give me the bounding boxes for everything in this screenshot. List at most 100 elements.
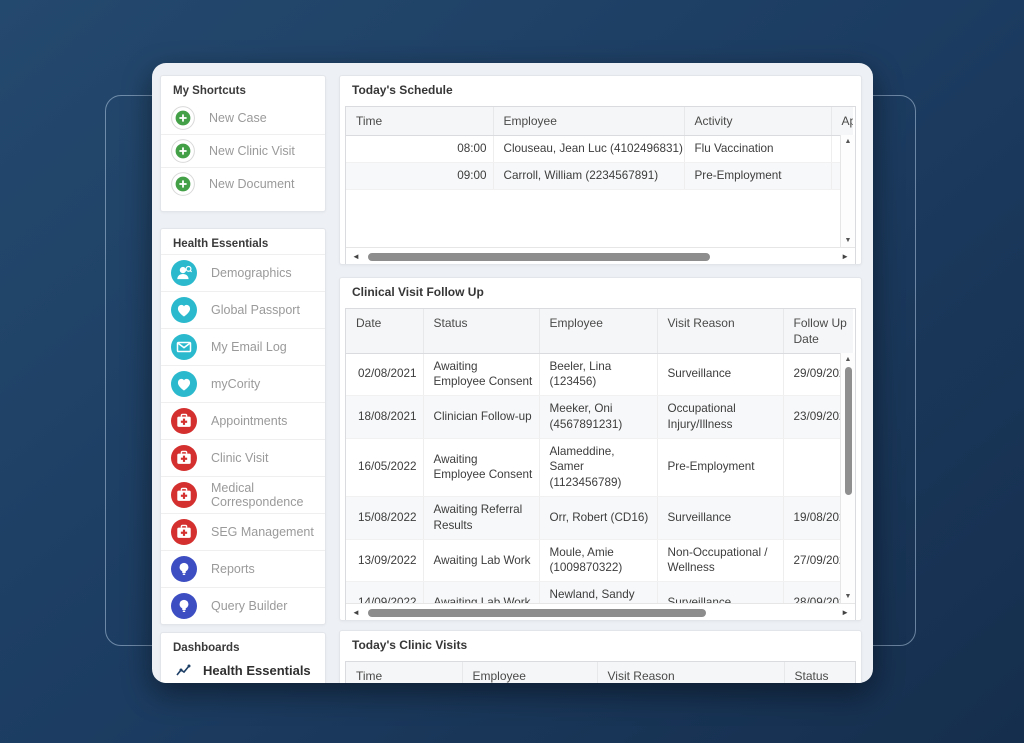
table-cell: Moule, Amie (1009870322)	[539, 539, 657, 582]
scrollbar-thumb[interactable]	[368, 253, 710, 261]
vertical-scrollbar[interactable]: ▲ ▼	[840, 135, 855, 247]
scroll-right-icon[interactable]: ►	[841, 609, 849, 617]
scrollbar-thumb[interactable]	[845, 367, 852, 495]
column-header-ap[interactable]: Ap	[831, 107, 853, 135]
sidebar-item-label: New Case	[209, 111, 267, 125]
sidebar-item-my-email-log[interactable]: My Email Log	[161, 328, 325, 365]
horizontal-scrollbar[interactable]: ◄ ►	[346, 247, 855, 265]
column-header-activity[interactable]: Activity	[684, 107, 831, 135]
table-row[interactable]: 08:00Clouseau, Jean Luc (4102496831)Flu …	[346, 135, 853, 162]
table-row[interactable]: 13/09/2022Awaiting Lab WorkMoule, Amie (…	[346, 539, 853, 582]
panel-title-todays-clinic-visits: Today's Clinic Visits	[340, 631, 861, 657]
column-header-visit-reason[interactable]: Visit Reason	[597, 662, 784, 683]
column-header-visit-reason[interactable]: Visit Reason	[657, 309, 783, 353]
table-cell: Pre-Employment	[657, 438, 783, 496]
table-cell: 02/08/2021	[346, 353, 423, 396]
sidebar-item-label: SEG Management	[211, 525, 314, 539]
main-content: Today's Schedule Time Employee Activity …	[339, 63, 862, 683]
scroll-left-icon[interactable]: ◄	[352, 253, 360, 261]
column-header-follow-up-date[interactable]: Follow Up Date	[783, 309, 853, 353]
column-header-employee[interactable]: Employee	[462, 662, 597, 683]
table-cell: Awaiting Referral Results	[423, 497, 539, 540]
scrollbar-thumb[interactable]	[368, 609, 706, 617]
clinical-visit-follow-up-table: Date Status Employee Visit Reason Follow…	[345, 308, 856, 621]
sidebar: My Shortcuts New Case New Clinic Visit N…	[160, 63, 326, 683]
clinical-visit-follow-up-panel: Clinical Visit Follow Up Date Status Emp…	[339, 277, 862, 621]
table-row[interactable]: 18/08/2021Clinician Follow-upMeeker, Oni…	[346, 396, 853, 439]
table-row[interactable]: 15/08/2022Awaiting Referral ResultsOrr, …	[346, 497, 853, 540]
column-header-status[interactable]: Status	[784, 662, 856, 683]
table-cell: Clouseau, Jean Luc (4102496831)	[493, 135, 684, 162]
heart-icon	[171, 371, 197, 397]
medkit-icon	[171, 445, 197, 471]
table-row[interactable]: 09:00Carroll, William (2234567891)Pre-Em…	[346, 162, 853, 189]
plus-circle-icon	[171, 106, 195, 130]
table-cell: Meeker, Oni (4567891231)	[539, 396, 657, 439]
medkit-icon	[171, 408, 197, 434]
sidebar-item-new-document[interactable]: New Document	[161, 167, 325, 200]
plus-circle-icon	[171, 139, 195, 163]
sidebar-item-label: My Email Log	[211, 340, 287, 354]
sidebar-item-label: Query Builder	[211, 599, 287, 613]
column-header-employee[interactable]: Employee	[539, 309, 657, 353]
scrollbar-track[interactable]	[366, 253, 835, 261]
sidebar-item-label: Medical Correspondence	[211, 481, 315, 509]
sidebar-item-label: Demographics	[211, 266, 292, 280]
scroll-left-icon[interactable]: ◄	[352, 609, 360, 617]
scroll-down-icon[interactable]: ▼	[841, 237, 855, 244]
table-cell: Awaiting Lab Work	[423, 539, 539, 582]
sidebar-item-label: Reports	[211, 562, 255, 576]
sidebar-item-new-clinic-visit[interactable]: New Clinic Visit	[161, 134, 325, 167]
scroll-down-icon[interactable]: ▼	[841, 593, 855, 600]
column-header-status[interactable]: Status	[423, 309, 539, 353]
table-cell: Occupational Injury/Illness	[657, 396, 783, 439]
my-shortcuts-card: My Shortcuts New Case New Clinic Visit N…	[160, 75, 326, 212]
table-header-row: Time Employee Visit Reason Status	[346, 662, 856, 683]
scroll-up-icon[interactable]: ▲	[841, 138, 855, 145]
table-cell: Non-Occupational / Wellness	[657, 539, 783, 582]
table-cell: 15/08/2022	[346, 497, 423, 540]
table-row[interactable]: 02/08/2021Awaiting Employee ConsentBeele…	[346, 353, 853, 396]
panel-title-todays-schedule: Today's Schedule	[340, 76, 861, 102]
vertical-scrollbar[interactable]: ▲ ▼	[840, 353, 855, 603]
sidebar-item-seg-management[interactable]: SEG Management	[161, 513, 325, 550]
sidebar-item-appointments[interactable]: Appointments	[161, 402, 325, 439]
sidebar-item-medical-correspondence[interactable]: Medical Correspondence	[161, 476, 325, 513]
sidebar-item-label: Global Passport	[211, 303, 300, 317]
sidebar-item-reports[interactable]: Reports	[161, 550, 325, 587]
sidebar-item-mycority[interactable]: myCority	[161, 365, 325, 402]
plus-circle-icon	[171, 172, 195, 196]
column-header-employee[interactable]: Employee	[493, 107, 684, 135]
sidebar-item-new-case[interactable]: New Case	[161, 101, 325, 134]
chart-icon	[175, 662, 191, 678]
table-header-row: Time Employee Activity Ap	[346, 107, 853, 135]
dashboard-item-label: Health Essentials	[203, 663, 311, 678]
scroll-up-icon[interactable]: ▲	[841, 356, 855, 363]
scrollbar-track[interactable]	[366, 609, 835, 617]
scroll-right-icon[interactable]: ►	[841, 253, 849, 261]
sidebar-item-label: New Document	[209, 177, 294, 191]
column-header-time[interactable]: Time	[346, 107, 493, 135]
sidebar-item-clinic-visit[interactable]: Clinic Visit	[161, 439, 325, 476]
sidebar-item-label: Appointments	[211, 414, 287, 428]
table-cell: 08:00	[346, 135, 493, 162]
envelope-icon	[171, 334, 197, 360]
table-header-row: Date Status Employee Visit Reason Follow…	[346, 309, 853, 353]
sidebar-item-query-builder[interactable]: Query Builder	[161, 587, 325, 624]
column-header-date[interactable]: Date	[346, 309, 423, 353]
table-cell: Alameddine, Samer (1123456789)	[539, 438, 657, 496]
table-row[interactable]: 16/05/2022Awaiting Employee ConsentAlame…	[346, 438, 853, 496]
table-cell: 09:00	[346, 162, 493, 189]
column-header-time[interactable]: Time	[346, 662, 462, 683]
section-title-dashboards: Dashboards	[161, 633, 325, 658]
table-cell: Awaiting Employee Consent	[423, 353, 539, 396]
sidebar-item-global-passport[interactable]: Global Passport	[161, 291, 325, 328]
sidebar-item-demographics[interactable]: Demographics	[161, 254, 325, 291]
section-title-health-essentials: Health Essentials	[161, 229, 325, 254]
sidebar-item-label: Clinic Visit	[211, 451, 268, 465]
dashboard-item-health-essentials[interactable]: Health Essentials	[161, 658, 325, 678]
todays-clinic-visits-panel: Today's Clinic Visits Time Employee Visi…	[339, 630, 862, 683]
table-cell: 16/05/2022	[346, 438, 423, 496]
horizontal-scrollbar[interactable]: ◄ ►	[346, 603, 855, 621]
medkit-icon	[171, 482, 197, 508]
